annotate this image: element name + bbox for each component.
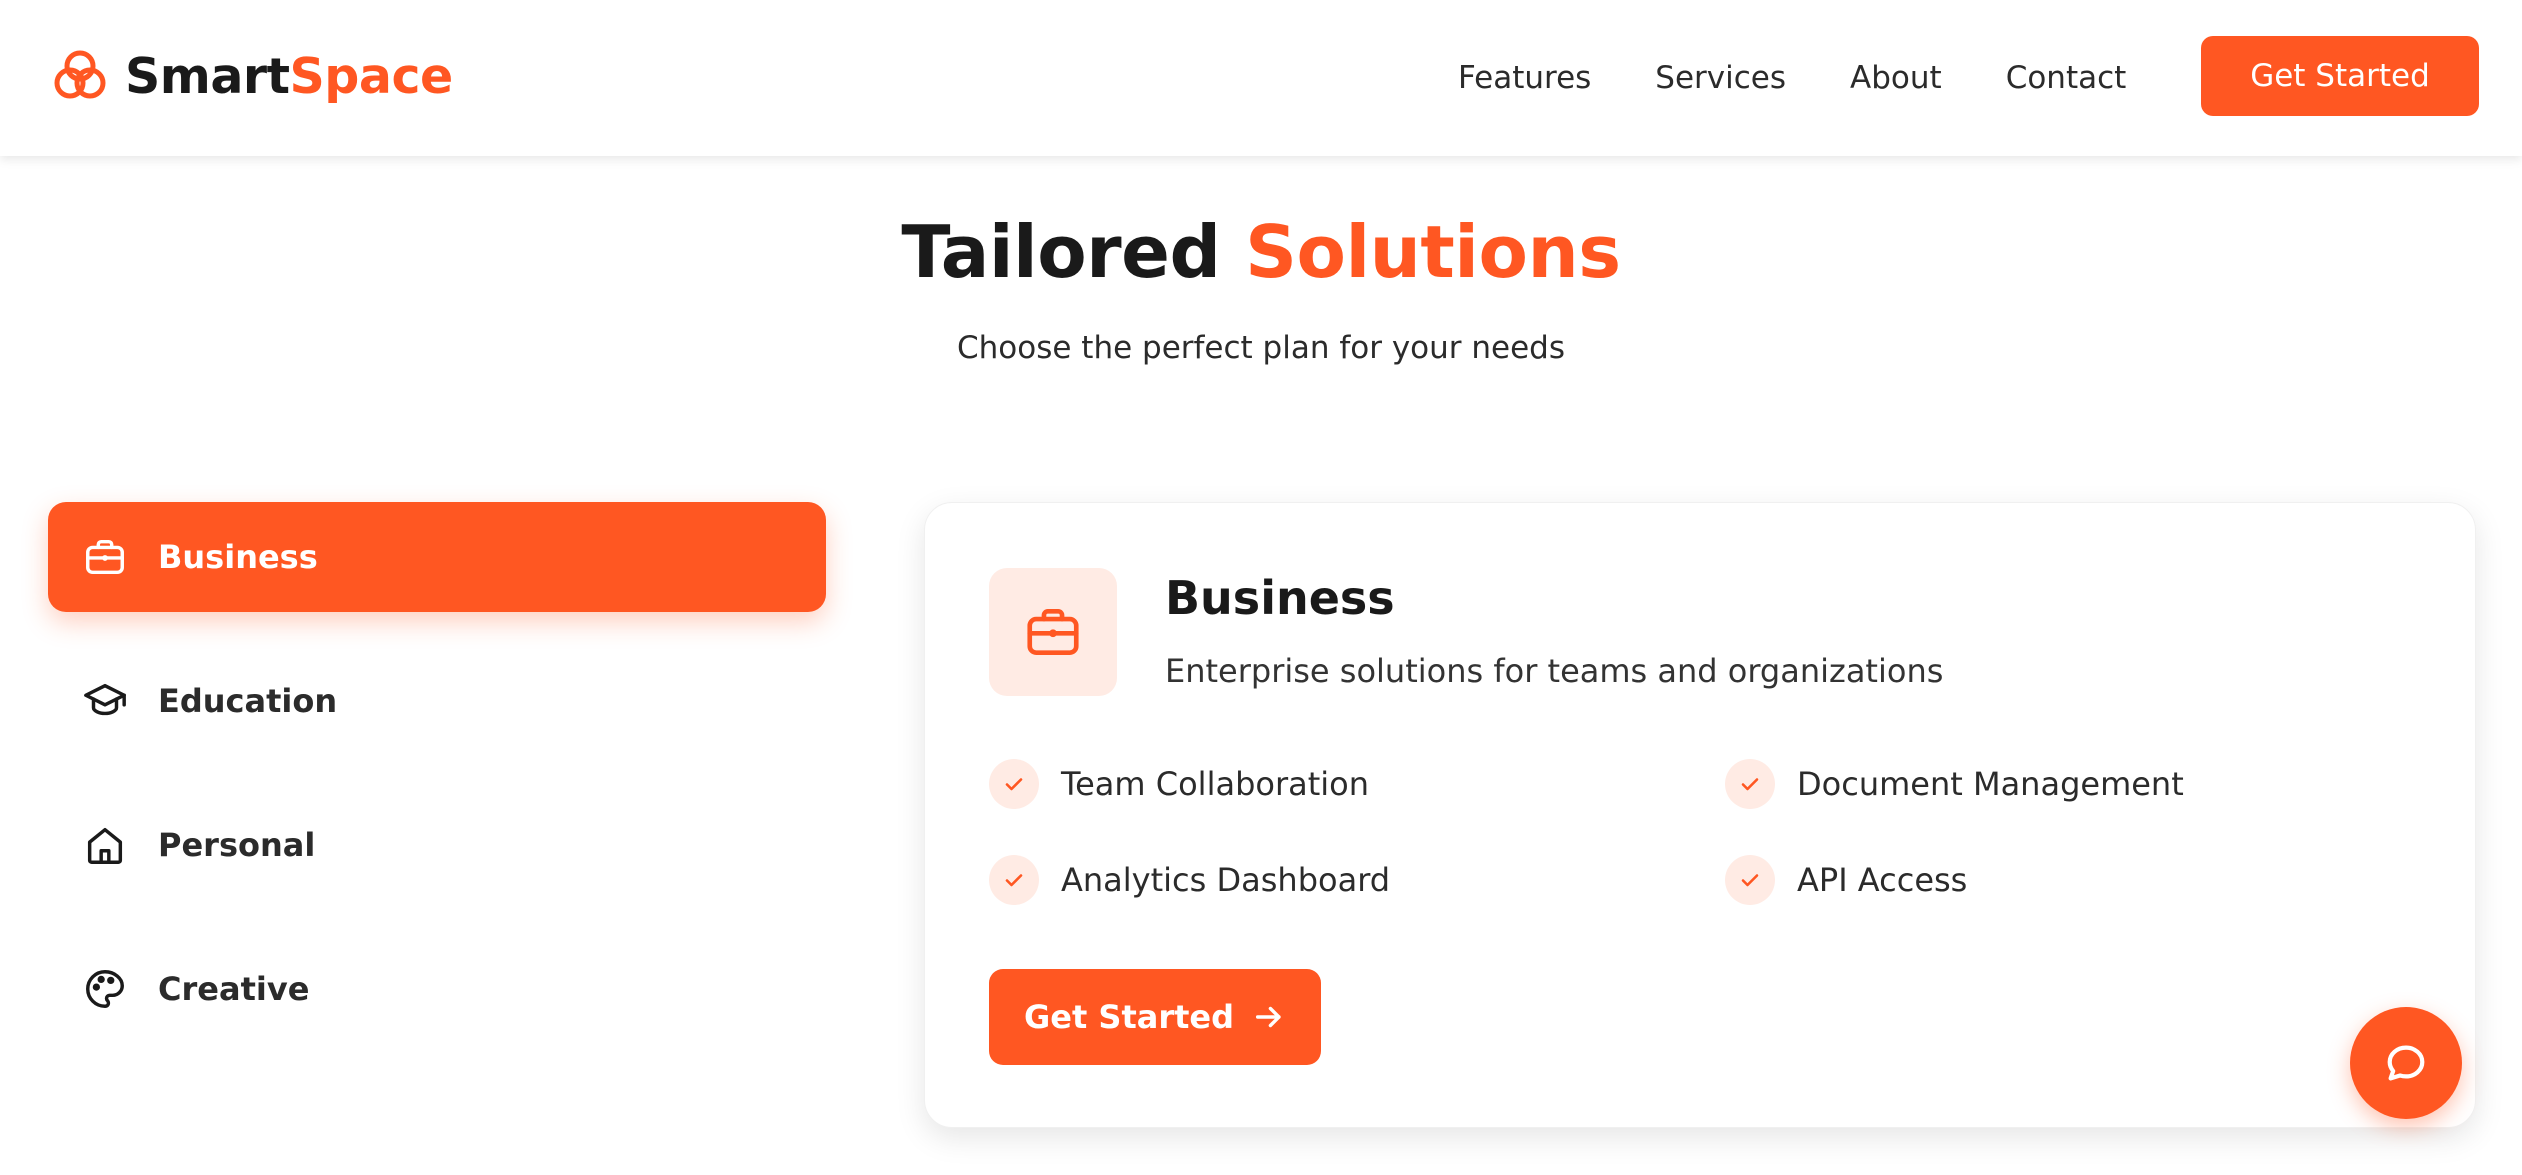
feature-item: Team Collaboration [989, 759, 1369, 809]
briefcase-icon [86, 539, 124, 575]
nav-link-services[interactable]: Services [1655, 60, 1786, 96]
page-subtitle: Choose the perfect plan for your needs [956, 330, 1565, 366]
chat-bubble-icon [2387, 1045, 2425, 1081]
nav-get-started-button[interactable]: Get Started [2201, 36, 2479, 116]
brand-name: SmartSpace [125, 48, 453, 105]
check-icon [989, 759, 1039, 809]
tab-label: Business [158, 538, 318, 576]
feature-item: Analytics Dashboard [989, 855, 1390, 905]
tab-business[interactable]: Business [48, 502, 826, 612]
tab-label: Personal [158, 826, 316, 864]
tab-education[interactable]: Education [48, 646, 826, 756]
chat-button[interactable] [2350, 1007, 2462, 1119]
feature-label: Document Management [1797, 765, 2184, 803]
graduation-cap-icon [84, 683, 126, 716]
plan-title: Business [1165, 571, 1395, 625]
feature-item: Document Management [1725, 759, 2184, 809]
check-icon [1725, 855, 1775, 905]
plan-description: Enterprise solutions for teams and organ… [1165, 652, 1944, 690]
nav-link-features[interactable]: Features [1458, 60, 1591, 96]
check-icon [1725, 759, 1775, 809]
category-tabs: Business Education Personal Creative [48, 502, 826, 1078]
arrow-right-icon [1255, 1006, 1281, 1028]
plan-detail-card: Business Enterprise solutions for teams … [924, 502, 2476, 1128]
feature-label: Analytics Dashboard [1061, 861, 1391, 899]
brand-logo[interactable]: SmartSpace [50, 44, 453, 108]
tab-personal[interactable]: Personal [48, 790, 826, 900]
briefcase-icon [1027, 609, 1079, 655]
check-icon [989, 855, 1039, 905]
feature-item: API Access [1725, 855, 1967, 905]
feature-label: API Access [1797, 861, 1968, 899]
brand-name-part1: Smart [125, 47, 290, 105]
page-title-part2: Solutions [1245, 210, 1621, 294]
tab-label: Creative [158, 970, 310, 1008]
nav-links: Features Services About Contact [1458, 50, 2126, 106]
palette-icon [86, 970, 124, 1008]
top-navbar: SmartSpace Features Services About Conta… [0, 0, 2522, 156]
feature-label: Team Collaboration [1061, 765, 1370, 803]
tab-creative[interactable]: Creative [48, 934, 826, 1044]
tab-label: Education [158, 682, 338, 720]
page-title: Tailored Solutions [0, 210, 2522, 294]
home-icon [87, 827, 123, 864]
button-label: Get Started [1023, 998, 1235, 1036]
plan-get-started-button[interactable]: Get Started [989, 969, 1321, 1065]
nav-link-about[interactable]: About [1850, 60, 1942, 96]
logo-icon [54, 50, 106, 99]
nav-link-contact[interactable]: Contact [2006, 60, 2127, 96]
brand-name-part2: Space [289, 47, 454, 105]
plan-icon-box [989, 568, 1117, 696]
page-title-part1: Tailored [901, 210, 1221, 294]
